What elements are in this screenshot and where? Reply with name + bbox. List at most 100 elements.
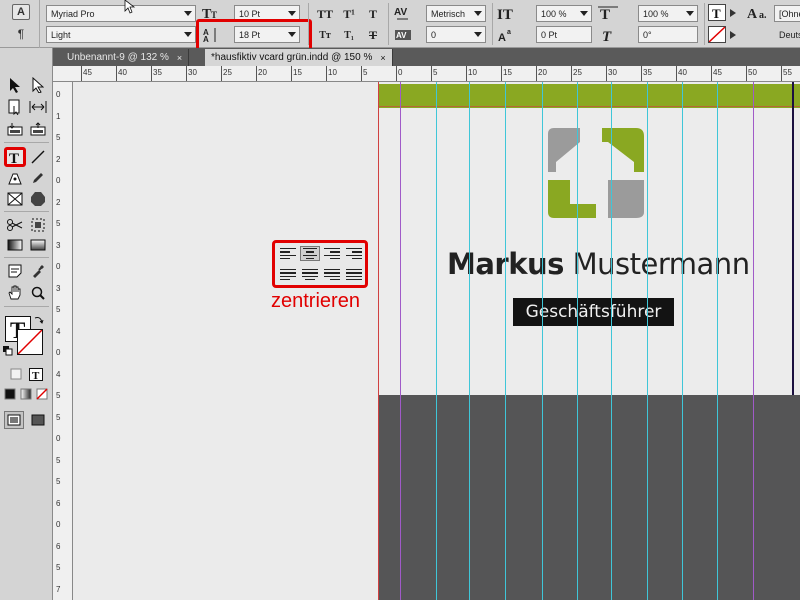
pasteboard[interactable]: Markus Mustermann Geschäftsführer zentri… xyxy=(73,82,800,600)
dark-footer-area xyxy=(379,395,800,600)
text-fill-swatch[interactable]: T xyxy=(708,4,726,21)
vertical-ruler[interactable]: 0 1 5 2 0 2 5 3 0 3 5 4 0 4 5 5 0 5 5 6 0 6 5 7 xyxy=(53,82,73,600)
ruler-tick xyxy=(396,66,397,81)
divider xyxy=(4,306,49,307)
tab-hausfiktiv-vcard[interactable]: *hausfiktiv vcard grün.indd @ 150 % × xyxy=(205,49,393,66)
ruler-tick xyxy=(256,66,257,81)
business-card-page[interactable]: Markus Mustermann Geschäftsführer xyxy=(378,82,800,600)
margin-guide xyxy=(753,82,754,600)
pen-tool[interactable] xyxy=(5,169,25,187)
paragraph-mode-button[interactable]: ¶ xyxy=(12,26,30,42)
chevron-right-icon[interactable] xyxy=(728,4,738,22)
close-icon[interactable]: × xyxy=(380,53,385,63)
baseline-shift-field[interactable]: 0 Pt xyxy=(536,26,592,43)
svg-text:a.: a. xyxy=(759,10,767,21)
content-collector-tool[interactable] xyxy=(5,120,25,138)
small-caps-button[interactable]: Tᴛ xyxy=(314,26,336,44)
kerning-select[interactable]: Metrisch xyxy=(426,5,486,22)
polygon-tool[interactable] xyxy=(28,190,48,208)
vertical-scale-field[interactable]: 100 % xyxy=(536,5,592,22)
strikethrough-button[interactable]: T xyxy=(362,26,384,44)
preview-view-button[interactable] xyxy=(28,411,48,429)
character-style-select[interactable]: [Ohne xyxy=(774,5,800,22)
text-stroke-swatch[interactable] xyxy=(708,26,726,43)
svg-text:T: T xyxy=(600,7,610,21)
tracking-value: 0 xyxy=(431,29,437,40)
job-title-badge[interactable]: Geschäftsführer xyxy=(513,298,674,326)
stroke-swatch[interactable] xyxy=(17,329,43,355)
font-style-select[interactable]: Light xyxy=(46,26,196,43)
default-colors-icon[interactable] xyxy=(2,345,14,357)
ruler-tick-label: 0 xyxy=(56,348,61,357)
zoom-tool[interactable] xyxy=(28,284,48,302)
font-family-select[interactable]: Myriad Pro xyxy=(46,5,196,22)
line-tool[interactable] xyxy=(28,148,48,166)
character-mode-button[interactable]: A xyxy=(12,4,30,20)
ruler-tick-label: 40 xyxy=(118,68,127,77)
horizontal-scale-value: 100 % xyxy=(643,8,669,19)
apply-none-icon[interactable] xyxy=(32,385,52,403)
selection-tool[interactable] xyxy=(5,76,25,94)
direct-selection-tool[interactable] xyxy=(28,76,48,94)
align-towards-spine-button[interactable] xyxy=(344,246,364,261)
baseline-shift-value: 0 Pt xyxy=(541,29,558,40)
ruler-tick-label: 0 xyxy=(398,68,403,77)
language-select[interactable]: Deuts xyxy=(774,26,800,43)
subscript-button[interactable]: T₁ xyxy=(338,26,360,44)
tab-unbenannt-9[interactable]: Unbenannt-9 @ 132 % × xyxy=(61,49,190,66)
pencil-tool[interactable] xyxy=(28,169,48,187)
normal-view-button[interactable] xyxy=(4,411,24,429)
ruler-tick-label: 45 xyxy=(713,68,722,77)
font-size-field[interactable]: 10 Pt xyxy=(234,5,300,22)
justify-center-button[interactable] xyxy=(300,267,320,282)
skew-field[interactable]: 0° xyxy=(638,26,698,43)
swap-arrows-icon[interactable] xyxy=(33,314,45,326)
formatting-text-icon[interactable]: T xyxy=(26,365,46,383)
horizontal-ruler[interactable]: 4540353025201510505101520253035404550556… xyxy=(53,66,800,82)
ruler-tick xyxy=(81,66,82,81)
ruler-tick-label: 2 xyxy=(56,197,61,207)
justify-right-button[interactable] xyxy=(322,267,342,282)
ruler-tick xyxy=(151,66,152,81)
type-tool[interactable]: T xyxy=(4,147,26,167)
leading-field[interactable]: 18 Pt xyxy=(234,26,300,43)
rectangle-frame-tool[interactable] xyxy=(5,190,25,208)
underline-button[interactable]: T xyxy=(362,5,384,23)
ruler-tick-label: 55 xyxy=(783,68,792,77)
eyedropper-tool[interactable] xyxy=(28,262,48,280)
ruler-tick xyxy=(431,66,432,81)
kerning-icon: AV xyxy=(392,4,414,22)
gradient-swatch-tool[interactable] xyxy=(5,236,25,254)
align-right-button[interactable] xyxy=(322,246,342,261)
page-tool[interactable] xyxy=(5,98,25,116)
scissors-tool[interactable] xyxy=(5,216,25,234)
close-icon[interactable]: × xyxy=(177,53,182,63)
superscript-button[interactable]: T¹ xyxy=(338,5,360,23)
note-tool[interactable] xyxy=(5,262,25,280)
free-transform-tool[interactable] xyxy=(28,216,48,234)
hand-tool[interactable] xyxy=(5,284,25,302)
align-center-button[interactable] xyxy=(300,246,320,261)
ruler-tick xyxy=(221,66,222,81)
tracking-field[interactable]: 0 xyxy=(426,26,486,43)
card-name[interactable]: Markus Mustermann xyxy=(447,247,750,281)
ruler-tick-label: 5 xyxy=(363,68,368,77)
justify-all-button[interactable] xyxy=(344,267,364,282)
divider xyxy=(4,257,49,258)
gradient-feather-tool[interactable] xyxy=(28,236,48,254)
all-caps-button[interactable]: TT xyxy=(314,5,336,23)
font-family-value: Myriad Pro xyxy=(51,8,95,19)
horizontal-scale-field[interactable]: 100 % xyxy=(638,5,698,22)
ruler-tick xyxy=(571,66,572,81)
justify-left-button[interactable] xyxy=(278,267,298,282)
gap-tool[interactable] xyxy=(28,98,48,116)
content-placer-tool[interactable] xyxy=(28,120,48,138)
skew-icon: T xyxy=(598,26,620,44)
chevron-right-icon[interactable] xyxy=(728,26,738,44)
align-left-button[interactable] xyxy=(278,246,298,261)
chevron-down-icon xyxy=(288,11,296,16)
ruler-tick-label: 1 xyxy=(56,111,61,121)
ruler-tick-label: 0 xyxy=(56,434,61,443)
last-name: Mustermann xyxy=(572,247,750,281)
formatting-container-icon[interactable] xyxy=(6,365,26,383)
